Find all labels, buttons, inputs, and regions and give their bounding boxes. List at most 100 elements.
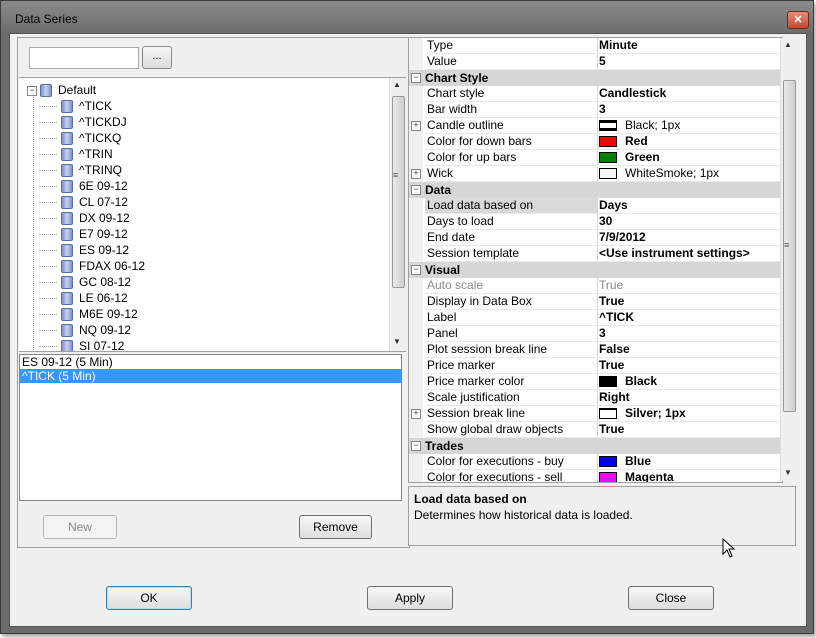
collapse-icon[interactable]: − [27,85,37,96]
prop-row-wick[interactable]: + Wick WhiteSmoke; 1px [409,166,782,182]
prop-value[interactable]: Red [596,134,782,150]
prop-value[interactable]: Black [596,374,782,390]
prop-key: Color for executions - buy [425,454,598,470]
category-data[interactable]: − Data [409,182,782,198]
tree-item[interactable]: DX 09-12 [33,210,145,226]
tree-item[interactable]: ^TRIN [33,146,145,162]
collapse-icon[interactable]: − [411,73,421,83]
prop-row-session-template[interactable]: Session template <Use instrument settings… [409,246,782,262]
tree-item[interactable]: CL 07-12 [33,194,145,210]
prop-row-session-break-line[interactable]: + Session break line Silver; 1px [409,406,782,422]
prop-row-label[interactable]: Label ^TICK [409,310,782,326]
category-visual[interactable]: − Visual [409,262,782,278]
prop-value[interactable]: ^TICK [596,310,782,326]
tree-items: ^TICK ^TICKDJ ^TICKQ ^TRIN ^TRINQ 6E 09-… [33,98,145,351]
prop-row-days-to-load[interactable]: Days to load 30 [409,214,782,230]
category-chart-style[interactable]: − Chart Style [409,70,782,86]
prop-row-display-data-box[interactable]: Display in Data Box True [409,294,782,310]
title-bar[interactable]: Data Series ✕ [1,1,813,33]
browse-button[interactable]: ... [142,46,172,69]
prop-row-value[interactable]: Value 5 [409,54,782,70]
tree-item[interactable]: NQ 09-12 [33,322,145,338]
prop-value[interactable]: WhiteSmoke; 1px [596,166,782,182]
tree-root-default[interactable]: − Default [27,82,96,98]
property-scrollbar[interactable]: ▲ ≡ ▼ [780,38,797,481]
prop-value[interactable]: Blue [596,454,782,470]
collapse-icon[interactable]: − [411,265,421,275]
scroll-up-icon[interactable]: ▲ [393,80,401,89]
color-swatch-icon [599,472,617,482]
prop-value[interactable]: Days [596,198,782,214]
prop-value[interactable]: Candlestick [596,86,782,102]
ok-button[interactable]: OK [106,586,192,610]
expand-icon[interactable]: + [411,121,421,131]
prop-row-exec-buy[interactable]: Color for executions - buy Blue [409,454,782,470]
close-window-button[interactable]: ✕ [787,11,809,29]
prop-row-color-down[interactable]: Color for down bars Red [409,134,782,150]
prop-value[interactable]: 3 [596,326,782,342]
tree-item[interactable]: ES 09-12 [33,242,145,258]
tree-item[interactable]: ^TICKQ [33,130,145,146]
series-item-selected[interactable]: ^TICK (5 Min) [20,369,401,383]
tree-item[interactable]: E7 09-12 [33,226,145,242]
mouse-pointer-icon [722,538,736,558]
series-item[interactable]: ES 09-12 (5 Min) [20,355,401,369]
expand-icon[interactable]: + [411,169,421,179]
tree-item[interactable]: FDAX 06-12 [33,258,145,274]
prop-row-color-up[interactable]: Color for up bars Green [409,150,782,166]
category-label: Data [425,183,452,197]
prop-row-panel[interactable]: Panel 3 [409,326,782,342]
scroll-up-icon[interactable]: ▲ [784,40,792,49]
prop-value[interactable]: <Use instrument settings> [596,246,782,262]
prop-row-load-based-selected[interactable]: Load data based on Days [409,198,782,214]
prop-value[interactable]: Silver; 1px [596,406,782,422]
collapse-icon[interactable]: − [411,441,421,451]
scroll-down-icon[interactable]: ▼ [784,468,792,477]
prop-value[interactable]: False [596,342,782,358]
prop-row-price-marker-color[interactable]: Price marker color Black [409,374,782,390]
prop-row-bar-width[interactable]: Bar width 3 [409,102,782,118]
tree-item[interactable]: SI 07-12 [33,338,145,351]
prop-value[interactable]: Magenta [596,470,782,482]
tree-scroll-thumb[interactable] [392,96,405,288]
scroll-down-icon[interactable]: ▼ [393,337,401,346]
prop-row-end-date[interactable]: End date 7/9/2012 [409,230,782,246]
new-button[interactable]: New [43,515,117,539]
prop-value[interactable]: Black; 1px [596,118,782,134]
prop-value[interactable]: Green [596,150,782,166]
tree-item[interactable]: LE 06-12 [33,290,145,306]
tree-item[interactable]: 6E 09-12 [33,178,145,194]
category-trades[interactable]: − Trades [409,438,782,454]
tree-item[interactable]: M6E 09-12 [33,306,145,322]
grip-icon: ≡ [393,170,399,180]
prop-row-chart-style[interactable]: Chart style Candlestick [409,86,782,102]
prop-value[interactable]: True [596,294,782,310]
collapse-icon[interactable]: − [411,185,421,195]
instrument-search-input[interactable] [29,47,139,69]
tree-item[interactable]: ^TICK [33,98,145,114]
remove-button[interactable]: Remove [299,515,372,539]
prop-row-type[interactable]: Type Minute [409,38,782,54]
prop-row-candle-outline[interactable]: + Candle outline Black; 1px [409,118,782,134]
close-button[interactable]: Close [628,586,714,610]
prop-value[interactable]: True [596,422,782,438]
prop-value[interactable]: 3 [596,102,782,118]
tree-scrollbar[interactable]: ▲ ≡ ▼ [389,78,406,351]
prop-value[interactable]: Right [596,390,782,406]
prop-row-price-marker[interactable]: Price marker True [409,358,782,374]
prop-value[interactable]: 5 [596,54,782,70]
prop-value[interactable]: True [596,358,782,374]
expand-icon[interactable]: + [411,409,421,419]
prop-row-auto-scale[interactable]: Auto scale True [409,278,782,294]
prop-value[interactable]: Minute [596,38,782,54]
prop-row-scale-justification[interactable]: Scale justification Right [409,390,782,406]
tree-item[interactable]: ^TICKDJ [33,114,145,130]
prop-row-show-global-draw[interactable]: Show global draw objects True [409,422,782,438]
prop-value[interactable]: 30 [596,214,782,230]
prop-row-exec-sell[interactable]: Color for executions - sell Magenta [409,470,782,482]
apply-button[interactable]: Apply [367,586,453,610]
tree-item[interactable]: ^TRINQ [33,162,145,178]
prop-row-plot-session-break[interactable]: Plot session break line False [409,342,782,358]
tree-item[interactable]: GC 08-12 [33,274,145,290]
prop-value[interactable]: 7/9/2012 [596,230,782,246]
